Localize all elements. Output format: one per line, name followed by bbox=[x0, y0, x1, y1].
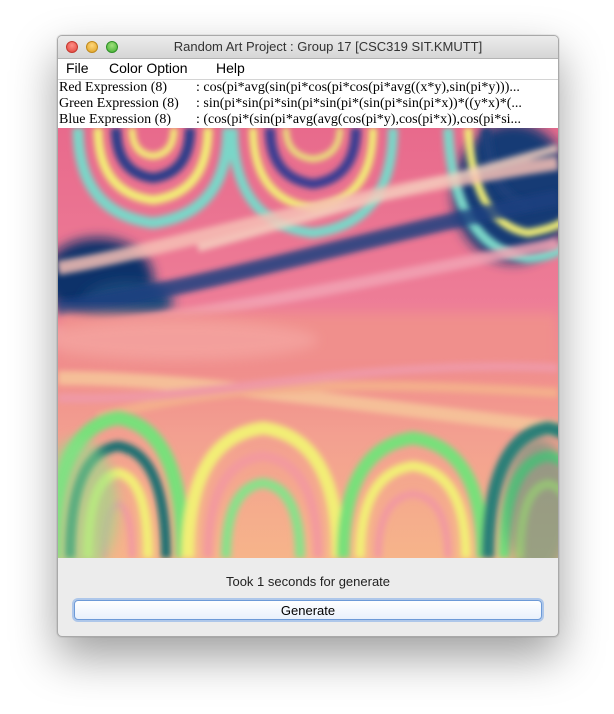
status-text: Took 1 seconds for generate bbox=[225, 574, 391, 589]
blue-expression-label: Blue Expression (8) bbox=[59, 112, 171, 127]
app-window: Random Art Project : Group 17 [CSC319 SI… bbox=[57, 35, 559, 637]
menu-bar: File Color Option Help bbox=[58, 59, 558, 80]
random-art-image bbox=[58, 128, 558, 558]
blue-expression-value: : (cos(pi*(sin(pi*avg(avg(cos(pi*y),cos(… bbox=[196, 112, 522, 127]
blue-expression-row: Blue Expression (8) : (cos(pi*(sin(pi*av… bbox=[58, 112, 558, 128]
green-expression-row: Green Expression (8) : sin(pi*sin(pi*sin… bbox=[58, 96, 558, 112]
green-expression-label: Green Expression (8) bbox=[59, 96, 179, 111]
red-expression-value: : cos(pi*avg(sin(pi*cos(pi*cos(pi*avg((x… bbox=[196, 80, 520, 95]
title-bar[interactable]: Random Art Project : Group 17 [CSC319 SI… bbox=[58, 36, 558, 59]
red-expression-label: Red Expression (8) bbox=[59, 80, 168, 95]
generate-button[interactable]: Generate bbox=[74, 600, 542, 620]
menu-color-option[interactable]: Color Option bbox=[109, 60, 188, 76]
window-title: Random Art Project : Group 17 [CSC319 SI… bbox=[173, 39, 483, 54]
red-expression-row: Red Expression (8) : cos(pi*avg(sin(pi*c… bbox=[58, 80, 558, 96]
menu-help[interactable]: Help bbox=[216, 60, 245, 76]
menu-file[interactable]: File bbox=[66, 60, 89, 76]
green-expression-value: : sin(pi*sin(pi*sin(pi*sin(pi*(sin(pi*si… bbox=[196, 96, 522, 111]
